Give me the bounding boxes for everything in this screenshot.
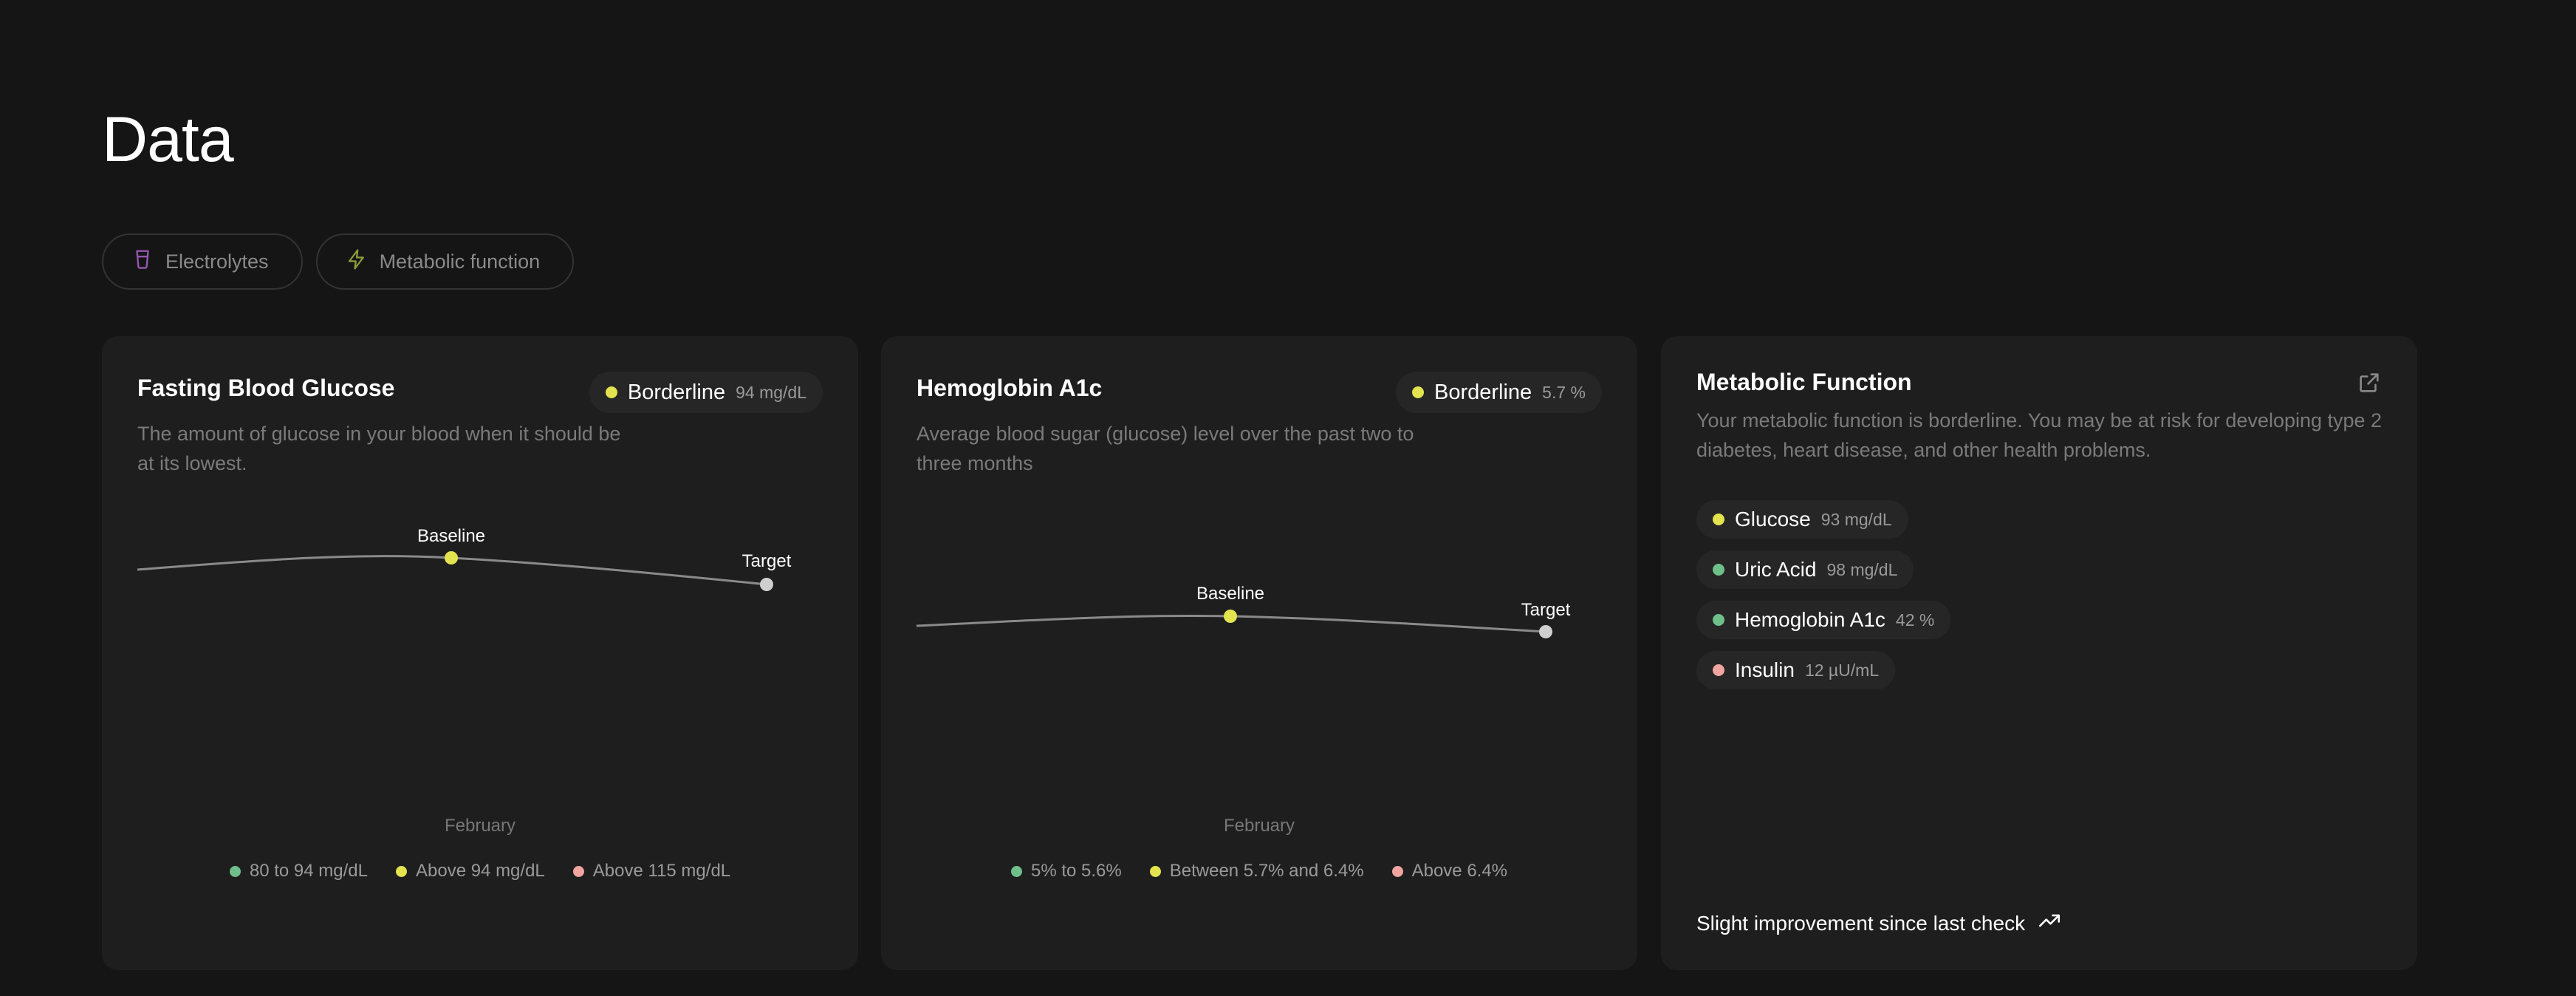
legend-dot [1391,865,1403,877]
biomarker-hemoglobin-a1c[interactable]: Hemoglobin A1c 42 % [1696,601,1951,639]
baseline-label: Baseline [417,526,485,546]
filter-bar: Electrolytes Metabolic function [102,233,575,290]
filter-metabolic-function[interactable]: Metabolic function [315,233,575,290]
filter-label: Electrolytes [165,250,269,273]
status-dot [1713,614,1724,626]
biomarker-name: Insulin [1735,658,1795,681]
x-axis-month: February [444,816,516,836]
trend-up-icon [2037,908,2062,938]
biomarker-name: Glucose [1735,508,1811,531]
card-title: Metabolic Function [1696,369,1912,395]
biomarker-value: 98 mg/dL [1826,559,1898,579]
filter-electrolytes[interactable]: Electrolytes [102,233,303,290]
legend-dot [395,865,407,877]
legend-item: 5% to 5.6% [1010,861,1122,881]
legend-dot [1149,865,1161,877]
legend-item: Above 94 mg/dL [395,861,545,881]
status-dot [1713,564,1724,576]
status-dot [1713,514,1724,525]
biomarker-value: 93 mg/dL [1820,509,1892,529]
legend-label: 5% to 5.6% [1030,861,1122,881]
x-axis-month: February [1223,816,1295,836]
legend-item: Above 6.4% [1391,861,1508,881]
improvement-note: Slight improvement since last check [1696,908,2062,938]
chart-legend: 80 to 94 mg/dL Above 94 mg/dL Above 115 … [102,861,858,881]
baseline-point[interactable] [1224,610,1237,623]
biomarker-value: 42 % [1895,610,1935,630]
legend-item: Between 5.7% and 6.4% [1149,861,1364,881]
external-link-icon[interactable] [2357,370,2382,395]
filter-label: Metabolic function [379,250,541,273]
biomarker-uric-acid[interactable]: Uric Acid 98 mg/dL [1696,550,1914,589]
card-description: Your metabolic function is borderline. Y… [1696,409,2383,461]
target-label: Target [1521,600,1571,620]
biomarker-value: 12 µU/mL [1804,660,1880,680]
target-point[interactable] [760,578,773,591]
legend-dot [572,865,584,877]
legend-label: 80 to 94 mg/dL [249,861,368,881]
legend-item: 80 to 94 mg/dL [229,861,368,881]
page-title: Data [102,104,234,175]
status-dot [1713,664,1724,676]
target-label: Target [742,551,792,571]
legend-label: Above 6.4% [1411,861,1508,881]
chart-legend: 5% to 5.6% Between 5.7% and 6.4% Above 6… [881,861,1637,881]
metabolic-function-card[interactable]: Metabolic Function Your metabolic functi… [1661,336,2417,970]
biomarker-insulin[interactable]: Insulin 12 µU/mL [1696,651,1896,689]
biomarker-name: Uric Acid [1735,558,1817,581]
legend-item: Above 115 mg/dL [572,861,731,881]
baseline-point[interactable] [445,551,458,564]
target-point[interactable] [1539,625,1552,638]
legend-dot [229,865,241,877]
biomarker-name: Hemoglobin A1c [1735,608,1885,631]
legend-label: Above 94 mg/dL [415,861,545,881]
cup-icon [131,248,154,276]
improvement-text: Slight improvement since last check [1696,911,2026,935]
legend-dot [1010,865,1022,877]
baseline-label: Baseline [1196,584,1264,604]
biomarker-glucose[interactable]: Glucose 93 mg/dL [1696,500,1908,539]
bolt-icon [346,248,368,276]
legend-label: Above 115 mg/dL [592,861,731,881]
legend-label: Between 5.7% and 6.4% [1169,861,1364,881]
biomarker-list: Glucose 93 mg/dL Uric Acid 98 mg/dL Hemo… [1696,500,1951,689]
